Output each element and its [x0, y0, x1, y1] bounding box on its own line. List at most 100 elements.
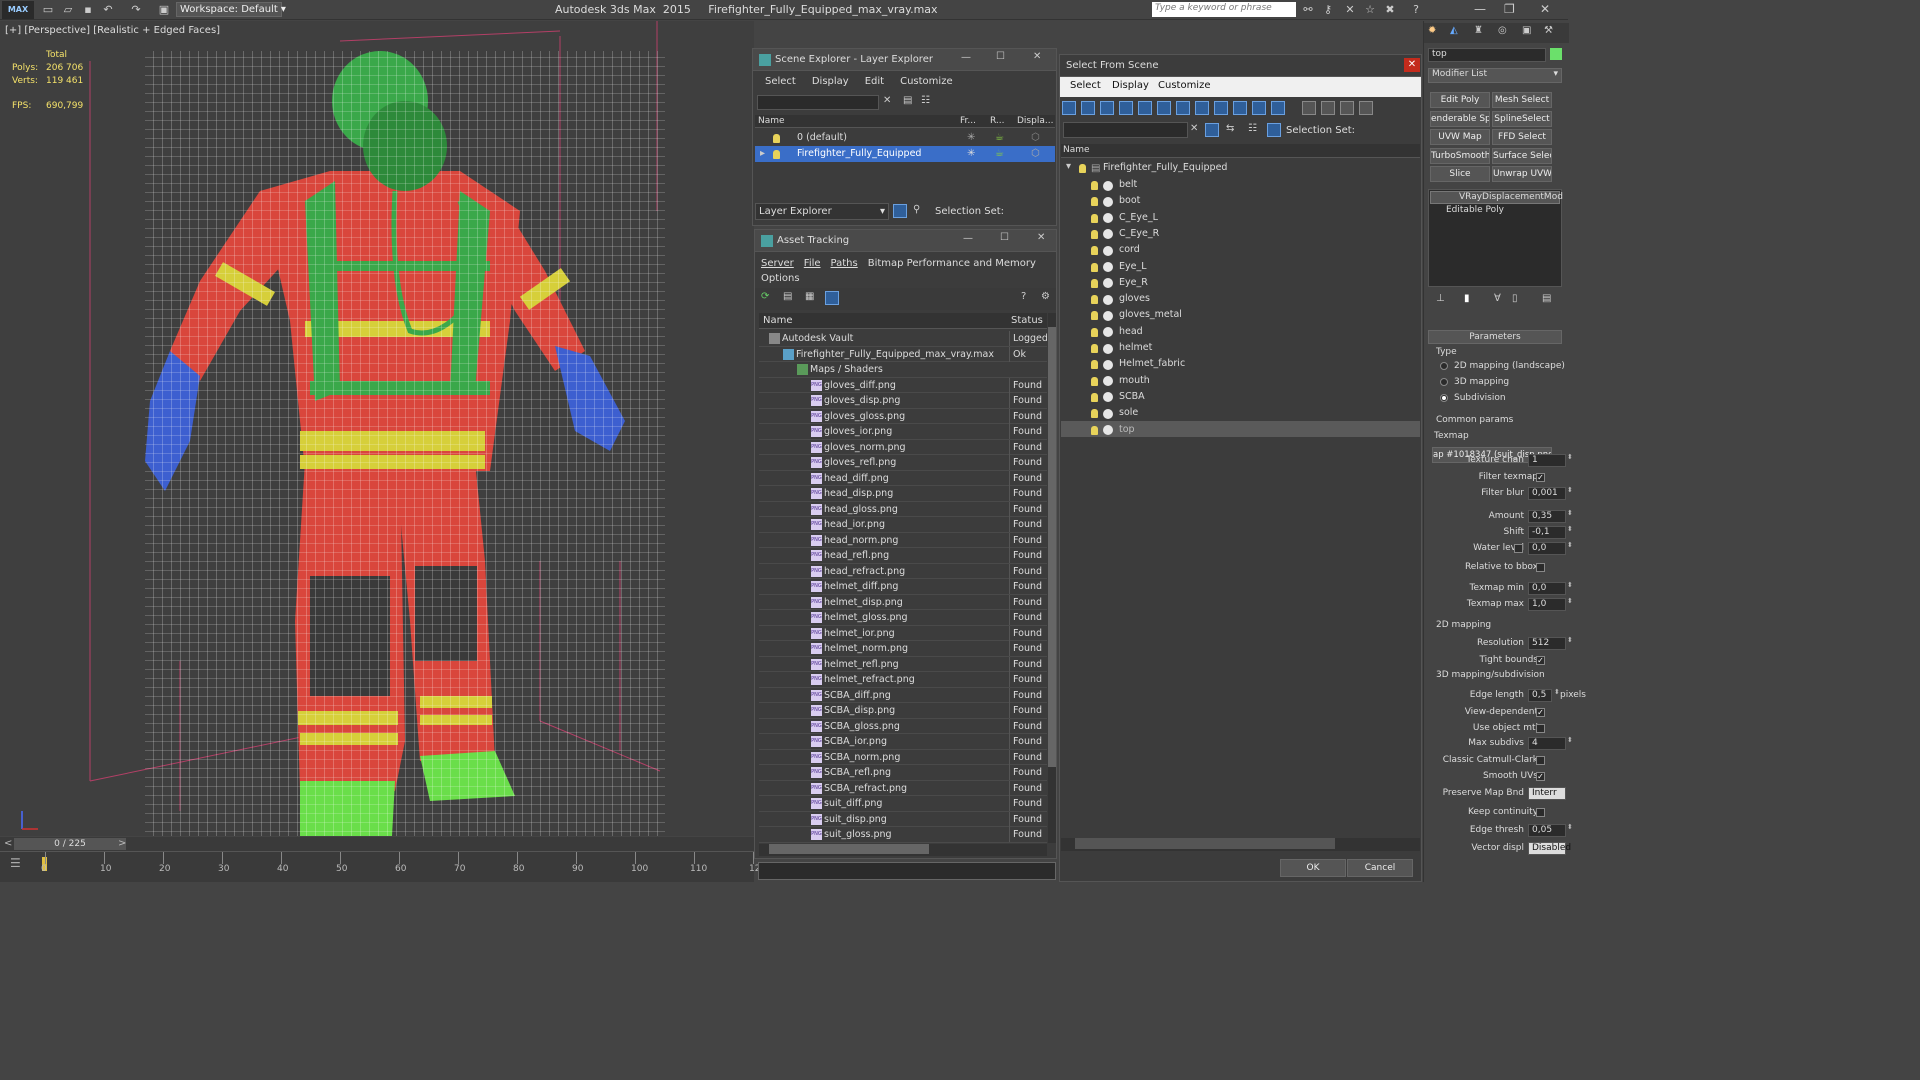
light-bulb-icon[interactable] [1091, 344, 1098, 353]
maximize-icon[interactable]: ☐ [1000, 232, 1009, 243]
object-row[interactable]: top [1061, 420, 1420, 437]
menu-edit[interactable]: Edit [865, 76, 884, 87]
maximize-icon[interactable]: ☐ [996, 51, 1005, 62]
object-row[interactable]: SCBA [1061, 388, 1420, 404]
object-row[interactable]: belt [1061, 176, 1420, 192]
redo-icon[interactable]: ↷ [128, 2, 144, 17]
asset-row[interactable]: PNG SCBA_refract.png Found [759, 780, 1047, 796]
scene-root-row[interactable]: ▾ ▤ Firefighter_Fully_Equipped [1061, 160, 1420, 176]
object-name-field[interactable]: top [1428, 48, 1546, 62]
light-bulb-icon[interactable] [773, 149, 780, 159]
layer-row-selected[interactable]: ▸ Firefighter_Fully_Equipped ✳ ☕ ⬡ [755, 146, 1055, 162]
layer-row[interactable]: 0 (default) ✳ ☕ ⬡ [755, 130, 1055, 146]
modifier-button[interactable]: Mesh Select [1492, 92, 1552, 108]
spinner-arrows-icon[interactable]: ⬍ [1567, 736, 1573, 744]
motion-tab-icon[interactable]: ◎ [1498, 25, 1507, 36]
light-bulb-icon[interactable] [1091, 376, 1098, 386]
light-bulb-icon[interactable] [1091, 213, 1098, 223]
spinner-arrows-icon[interactable]: ⬍ [1567, 453, 1573, 461]
texmap-max-spinner[interactable]: 1,0 [1528, 598, 1566, 611]
close-icon[interactable]: ✕ [1404, 58, 1420, 72]
spinner-arrows-icon[interactable]: ⬍ [1567, 525, 1573, 533]
column-name[interactable]: Name [758, 116, 785, 126]
track-bar-icon[interactable]: ☰ [10, 856, 21, 870]
smooth-uvs-checkbox[interactable]: ✓ [1536, 772, 1545, 781]
time-next-icon[interactable]: > [118, 838, 126, 849]
asset-row[interactable]: PNG gloves_gloss.png Found [759, 408, 1047, 424]
object-row[interactable]: sole [1061, 404, 1420, 420]
light-bulb-icon[interactable] [1091, 246, 1098, 256]
hierarchy-icon[interactable]: ⚲ [913, 204, 920, 215]
preserve-map-bnd-dropdown[interactable]: Interr [1528, 787, 1566, 800]
use-object-mtl-checkbox[interactable] [1536, 724, 1545, 733]
menu-paths[interactable]: Paths [831, 258, 858, 269]
asset-row[interactable]: PNG SCBA_gloss.png Found [759, 718, 1047, 734]
object-row[interactable]: Eye_R [1061, 274, 1420, 290]
modifier-button[interactable]: UVW Map [1430, 129, 1490, 145]
object-row[interactable]: Eye_L [1061, 258, 1420, 274]
make-unique-icon[interactable]: ∀ [1494, 293, 1501, 304]
modifier-button[interactable]: Surface Select [1492, 147, 1552, 164]
light-bulb-icon[interactable] [1091, 327, 1098, 337]
filter-bones-icon[interactable] [1233, 101, 1247, 115]
close-icon[interactable]: ✕ [1033, 51, 1041, 62]
light-bulb-icon[interactable] [1091, 262, 1098, 272]
menu-select[interactable]: Select [1070, 80, 1101, 91]
asset-row[interactable]: PNG suit_disp.png Found [759, 811, 1047, 827]
asset-hscrollbar[interactable] [759, 844, 1047, 856]
object-row[interactable]: head [1061, 323, 1420, 339]
filter-geometry-icon[interactable] [1081, 101, 1095, 115]
asset-row[interactable]: PNG head_norm.png Found [759, 532, 1047, 548]
modifier-button[interactable]: Unwrap UVW [1492, 166, 1552, 182]
menu-display[interactable]: Display [812, 76, 849, 87]
radio-2d-mapping[interactable] [1440, 362, 1448, 370]
menu-bitmap-performance[interactable]: Bitmap Performance and Memory [868, 258, 1036, 269]
object-row[interactable]: cord [1061, 241, 1420, 257]
tight-bounds-checkbox[interactable]: ✓ [1536, 656, 1545, 665]
layer-explorer-icon[interactable] [893, 204, 907, 218]
help-icon[interactable]: ? [1408, 2, 1424, 17]
undo-icon[interactable]: ↶ [100, 2, 116, 17]
object-row[interactable]: C_Eye_R [1061, 225, 1420, 241]
spinner-arrows-icon[interactable]: ⬍ [1567, 509, 1573, 517]
water-level-spinner[interactable]: 0,0 [1528, 542, 1566, 555]
light-bulb-icon[interactable] [1091, 181, 1098, 190]
refresh-icon[interactable]: ⟳ [761, 291, 769, 302]
tools-icon[interactable]: ✕ [1342, 2, 1358, 17]
filter-icon[interactable]: ▤ [903, 95, 912, 106]
spinner-arrows-icon[interactable]: ⬍ [1567, 541, 1573, 549]
asset-row[interactable]: PNG helmet_refl.png Found [759, 656, 1047, 672]
asset-row[interactable]: PNG helmet_gloss.png Found [759, 610, 1047, 626]
open-file-icon[interactable]: ▱ [60, 2, 76, 17]
filter-cameras-icon[interactable] [1138, 101, 1152, 115]
asset-row[interactable]: PNG helmet_diff.png Found [759, 579, 1047, 595]
object-row[interactable]: gloves_metal [1061, 306, 1420, 322]
asset-row[interactable]: PNG gloves_refl.png Found [759, 455, 1047, 471]
spinner-arrows-icon[interactable]: ⬍ [1554, 688, 1560, 696]
column-display[interactable]: Displa... [1017, 116, 1053, 126]
asset-row[interactable]: PNG suit_diff.png Found [759, 796, 1047, 812]
asset-row[interactable]: PNG head_refract.png Found [759, 563, 1047, 579]
light-bulb-icon[interactable] [1091, 229, 1098, 239]
radio-subdivision[interactable] [1440, 394, 1448, 402]
modifier-button[interactable]: TurboSmooth [1430, 147, 1490, 164]
time-frame-display[interactable]: 0 / 225 [14, 838, 126, 850]
menu-customize[interactable]: Customize [1158, 80, 1211, 91]
menu-file[interactable]: File [804, 258, 821, 269]
edge-thresh-spinner[interactable]: 0,05 [1528, 824, 1566, 837]
parameters-rollout[interactable]: Parameters [1428, 330, 1562, 344]
column-render[interactable]: R... [990, 116, 1005, 126]
light-bulb-icon[interactable] [1091, 278, 1098, 288]
hierarchy-icon[interactable] [1267, 123, 1281, 137]
column-freeze[interactable]: Fr... [960, 116, 976, 126]
x-tools-icon[interactable]: ✖ [1382, 2, 1398, 17]
object-row[interactable]: helmet [1061, 339, 1420, 355]
asset-row[interactable]: PNG SCBA_refl.png Found [759, 765, 1047, 781]
create-tab-icon[interactable]: ✹ [1428, 25, 1436, 36]
asset-row[interactable]: Maps / Shaders [759, 362, 1047, 378]
asset-row[interactable]: PNG head_disp.png Found [759, 486, 1047, 502]
time-slider[interactable]: < 0 / 225 > [0, 837, 754, 851]
modifier-button[interactable]: Slice [1430, 166, 1490, 182]
stack-item-editable-poly[interactable]: Editable Poly [1430, 205, 1560, 218]
render-icon[interactable]: ☕ [995, 132, 1004, 143]
